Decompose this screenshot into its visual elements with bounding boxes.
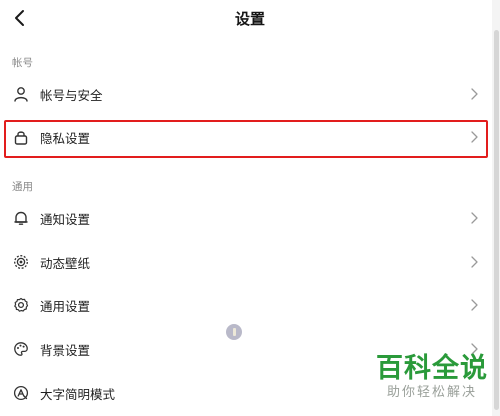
watermark-slogan: 助你轻松解决 — [386, 385, 477, 400]
section-label-account: 帐号 — [12, 57, 33, 69]
app-header: 设置 — [0, 0, 500, 38]
section-label-general: 通用 — [12, 181, 33, 193]
settings-item-account-security[interactable]: 帐号与安全 — [0, 74, 492, 114]
page-title: 设置 — [234, 10, 265, 28]
chevron-right-icon — [468, 88, 480, 100]
chevron-right-icon — [468, 299, 480, 311]
scrollbar[interactable] — [492, 0, 500, 416]
settings-item-label: 通知设置 — [40, 211, 91, 227]
dynamic-wallpaper-icon — [12, 253, 30, 271]
scrollbar-thumb[interactable] — [494, 30, 499, 410]
settings-item-label: 动态壁纸 — [40, 255, 91, 271]
settings-item-notifications[interactable]: 通知设置 — [0, 198, 492, 238]
settings-item-label: 帐号与安全 — [40, 87, 103, 103]
user-icon — [12, 85, 30, 103]
watermark: 百科全说 助你轻松解决 — [376, 354, 488, 402]
chevron-right-icon — [468, 131, 480, 143]
large-text-icon — [12, 384, 30, 402]
settings-item-privacy[interactable]: 隐私设置 — [0, 117, 492, 157]
settings-item-label: 通用设置 — [40, 298, 91, 314]
chevron-right-icon — [468, 256, 480, 268]
settings-item-dynamic-wallpaper[interactable]: 动态壁纸 — [0, 242, 492, 282]
bell-icon — [12, 209, 30, 227]
gear-icon — [12, 296, 30, 314]
chevron-right-icon — [468, 212, 480, 224]
settings-item-general[interactable]: 通用设置 — [0, 285, 492, 325]
palette-icon — [12, 340, 30, 358]
watermark-brand: 百科全说 — [376, 353, 488, 384]
settings-item-label: 隐私设置 — [40, 130, 91, 146]
lock-icon — [12, 128, 30, 146]
floating-assistant-button[interactable] — [226, 324, 242, 340]
